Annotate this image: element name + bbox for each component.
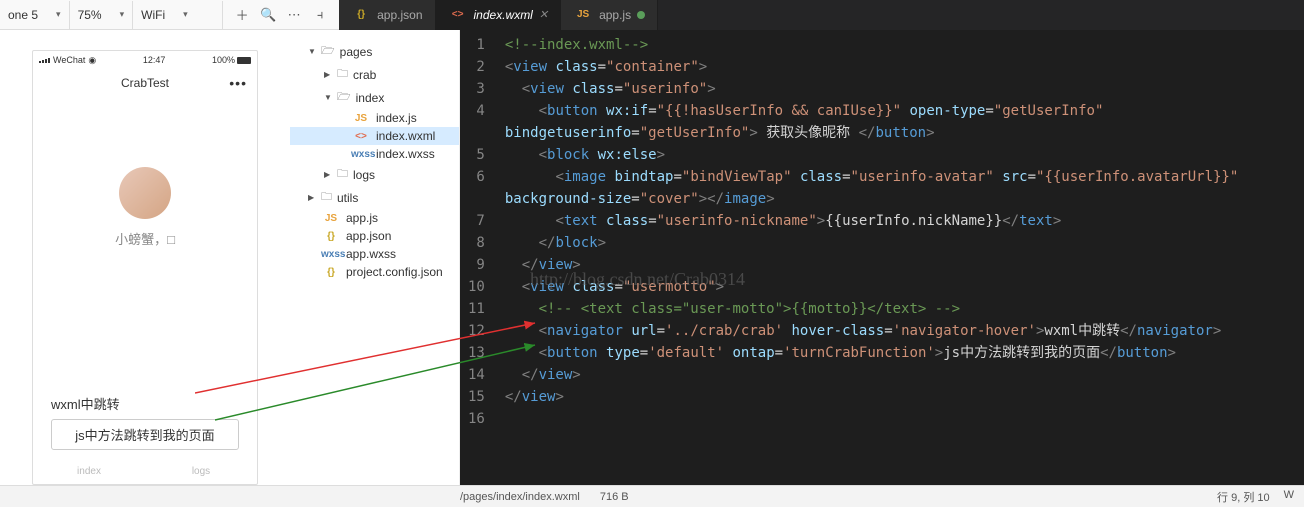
app-title-bar: CrabTest •••: [33, 69, 257, 97]
status-size: 716 B: [600, 491, 629, 503]
tree-item-logs[interactable]: ▶🗀logs: [290, 163, 459, 186]
page-title: CrabTest: [121, 76, 169, 90]
phone-frame: WeChat ◉ 12:47 100% CrabTest ••• 小螃蟹，□ w…: [32, 50, 258, 485]
json-icon: {}: [321, 267, 341, 278]
file-explorer: ▼🗁pages ▶🗀crab▼🗁indexJSindex.js<>index.w…: [290, 30, 460, 485]
code-editor[interactable]: 12345678910111213141516 <!--index.wxml--…: [460, 30, 1304, 485]
tree-item-app-json[interactable]: {} app.json: [290, 227, 459, 245]
tree-item-app-js[interactable]: JS app.js: [290, 209, 459, 227]
line-gutter: 12345678910111213141516: [460, 30, 497, 485]
tab-index-wxml[interactable]: <> index.wxml ✕: [436, 0, 562, 30]
tree-item-label: project.config.json: [346, 265, 443, 279]
tree-item-label: app.wxss: [346, 247, 396, 261]
wxml-navigate-link[interactable]: wxml中跳转: [51, 394, 239, 413]
folder-icon: 🗀: [321, 188, 332, 207]
tab-label: app.js: [599, 8, 631, 22]
tree-item-label: index: [356, 91, 385, 105]
folder-icon: 🗀: [337, 165, 348, 184]
tree-item-label: logs: [353, 168, 375, 182]
editor-tabs: {} app.json <> index.wxml ✕ JS app.js: [339, 0, 1304, 30]
close-icon[interactable]: ✕: [539, 8, 548, 21]
tree-item-crab[interactable]: ▶🗀crab: [290, 63, 459, 86]
tree-item-label: utils: [337, 191, 358, 205]
wxml-icon: <>: [351, 131, 371, 142]
tabbar-logs[interactable]: logs: [145, 458, 257, 484]
tree-item-index[interactable]: ▼🗁index: [290, 86, 459, 109]
tree-item-index-wxss[interactable]: wxss index.wxss: [290, 145, 459, 163]
toolbar: one 5▾ 75%▾ WiFi▾ ＋ 🔍 ⋯ ⫞ {} app.json <>…: [0, 0, 1304, 30]
modified-dot-icon: [637, 11, 645, 19]
chevron-down-icon: ▾: [120, 9, 125, 20]
add-icon[interactable]: ＋: [229, 2, 255, 28]
device-select[interactable]: one 5▾: [0, 1, 70, 29]
tabbar-index[interactable]: index: [33, 458, 145, 484]
chevron-down-icon: ▾: [183, 9, 188, 20]
status-path: /pages/index/index.wxml: [460, 491, 580, 503]
tree-item-index-wxml[interactable]: <> index.wxml: [290, 127, 459, 145]
zoom-select[interactable]: 75%▾: [70, 1, 134, 29]
avatar[interactable]: [119, 167, 171, 219]
json-icon: {}: [321, 231, 341, 242]
tree-item-label: app.json: [346, 229, 391, 243]
tree-item-label: app.js: [346, 211, 378, 225]
wxss-icon: wxss: [321, 249, 341, 260]
battery-icon: [237, 57, 251, 64]
tree-item-index-js[interactable]: JS index.js: [290, 109, 459, 127]
tree-item-label: index.wxss: [376, 147, 435, 161]
tab-label: app.json: [377, 8, 422, 22]
menu-dots-icon[interactable]: •••: [229, 75, 247, 91]
wxss-icon: wxss: [351, 149, 371, 160]
folder-open-icon: 🗁: [321, 42, 335, 61]
tree-item-label: index.js: [376, 111, 417, 125]
js-icon: JS: [321, 213, 341, 224]
tree-item-project-config-json[interactable]: {} project.config.json: [290, 263, 459, 281]
simulator-panel: WeChat ◉ 12:47 100% CrabTest ••• 小螃蟹，□ w…: [0, 30, 290, 485]
network-select[interactable]: WiFi▾: [133, 1, 223, 29]
status-bar: WeChat ◉ 12:47 100%: [33, 51, 257, 69]
code-content[interactable]: <!--index.wxml--> <view class="container…: [497, 30, 1246, 485]
battery-label: 100%: [212, 55, 235, 65]
wifi-icon: ◉: [88, 55, 96, 66]
tab-label: index.wxml: [474, 8, 533, 22]
signal-icon: [39, 58, 50, 63]
chevron-down-icon: ▾: [56, 9, 61, 20]
file-toolbar: ＋ 🔍 ⋯ ⫞: [223, 2, 339, 28]
tree-item-app-wxss[interactable]: wxss app.wxss: [290, 245, 459, 263]
tab-app-js[interactable]: JS app.js: [561, 0, 658, 30]
carrier-label: WeChat: [53, 55, 85, 65]
clock-label: 12:47: [143, 55, 166, 65]
phone-tabbar: index logs: [33, 458, 257, 484]
folder-pages[interactable]: ▼🗁pages: [290, 40, 459, 63]
nickname-label: 小螃蟹，□: [115, 229, 175, 248]
tab-app-json[interactable]: {} app.json: [339, 0, 435, 30]
folder-icon: 🗁: [337, 88, 351, 107]
tree-item-label: crab: [353, 68, 376, 82]
folder-icon: 🗀: [337, 65, 348, 84]
toggle-panel-icon[interactable]: ⫞: [307, 2, 333, 28]
js-icon: JS: [351, 113, 371, 124]
status-cursor: 行 9, 列 10: [1217, 489, 1270, 505]
json-icon: {}: [351, 9, 371, 20]
phone-body: 小螃蟹，□ wxml中跳转 js中方法跳转到我的页面: [33, 97, 257, 458]
js-navigate-button[interactable]: js中方法跳转到我的页面: [51, 419, 239, 450]
status-bar: /pages/index/index.wxml 716 B 行 9, 列 10 …: [0, 485, 1304, 507]
search-icon[interactable]: 🔍: [255, 2, 281, 28]
tree-item-label: index.wxml: [376, 129, 435, 143]
js-icon: JS: [573, 9, 593, 20]
status-mode: W: [1284, 489, 1294, 505]
more-icon[interactable]: ⋯: [281, 2, 307, 28]
tree-item-utils[interactable]: ▶🗀utils: [290, 186, 459, 209]
wxml-icon: <>: [448, 9, 468, 20]
